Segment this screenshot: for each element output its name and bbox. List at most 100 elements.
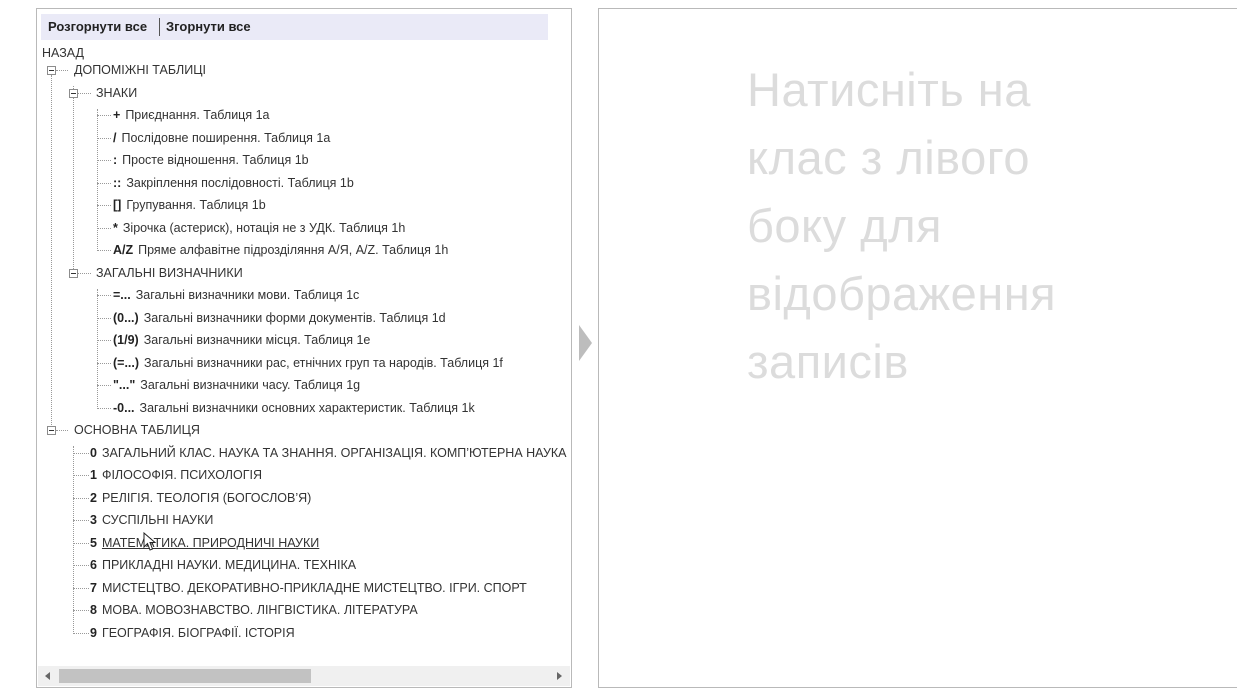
- tree-item[interactable]: =... Загальні визначники мови. Таблиця 1c: [113, 285, 359, 305]
- tree-item[interactable]: (0...) Загальні визначники форми документ…: [113, 308, 446, 328]
- tree-line: [97, 138, 111, 139]
- tree-item[interactable]: -0... Загальні визначники основних характ…: [113, 398, 475, 418]
- tree-item[interactable]: (1/9) Загальні визначники місця. Таблиця …: [113, 330, 370, 350]
- tree-line: [97, 109, 98, 251]
- class-code: 0: [90, 446, 97, 460]
- class-title: ФІЛОСОФІЯ. ПСИХОЛОГІЯ: [101, 468, 262, 482]
- scroll-right-arrow-icon[interactable]: [557, 672, 562, 680]
- tree-line: [73, 498, 89, 499]
- class-title: Просте відношення. Таблиця 1b: [122, 153, 309, 167]
- class-code: 9: [90, 626, 97, 640]
- tree-item[interactable]: * Зірочка (астериск), нотація не з УДК. Т…: [113, 218, 405, 238]
- class-title: Загальні визначники часу. Таблиця 1g: [140, 378, 361, 392]
- class-title: Групування. Таблиця 1b: [126, 198, 266, 212]
- class-code: +: [113, 108, 121, 122]
- collapse-all-button[interactable]: Згорнути все: [166, 19, 251, 34]
- class-code: 6: [90, 558, 97, 572]
- toolbar-divider: [159, 18, 160, 36]
- tree-line: [56, 70, 68, 71]
- expand-all-button[interactable]: Розгорнути все: [48, 19, 147, 34]
- records-placeholder-text: Натисніть на клас з лівого боку для відо…: [747, 63, 1057, 388]
- tree-item[interactable]: [] Групування. Таблиця 1b: [113, 195, 266, 215]
- tree-item[interactable]: 2 РЕЛІГІЯ. ТЕОЛОГІЯ (БОГОСЛОВ’Я): [90, 488, 311, 508]
- tree-line: [73, 565, 89, 566]
- class-title: ПРИКЛАДНІ НАУКИ. МЕДИЦИНА. ТЕХНІКА: [101, 558, 357, 572]
- class-code: ::: [113, 176, 122, 190]
- class-code: -0...: [113, 401, 135, 415]
- tree-item[interactable]: 8 МОВА. МОВОЗНАВСТВО. ЛІНГВІСТИКА. ЛІТЕРА…: [90, 600, 418, 620]
- class-title: Зірочка (астериск), нотація не з УДК. Та…: [122, 221, 406, 235]
- class-code: []: [113, 198, 122, 212]
- class-title: МОВА. МОВОЗНАВСТВО. ЛІНГВІСТИКА. ЛІТЕРАТ…: [101, 603, 418, 617]
- tree-item[interactable]: 9 ГЕОГРАФІЯ. БІОГРАФІЇ. ІСТОРІЯ: [90, 623, 295, 643]
- collapse-toggle-aux-tables[interactable]: [47, 66, 56, 75]
- tree-line: [97, 363, 111, 364]
- tree-line: [73, 588, 89, 589]
- tree-line: [97, 228, 111, 229]
- class-title: Закріплення послідовності. Таблиця 1b: [126, 176, 354, 190]
- tree-node-signs[interactable]: ЗНАКИ: [96, 83, 137, 103]
- collapse-toggle-signs[interactable]: [69, 89, 78, 98]
- class-title: ЗАГАЛЬНИЙ КЛАС. НАУКА ТА ЗНАННЯ. ОРГАНІЗ…: [101, 446, 567, 460]
- tree-line: [51, 75, 52, 435]
- splitter-arrow-icon[interactable]: [579, 325, 592, 361]
- tree-line: [97, 385, 111, 386]
- tree-node-label: ОСНОВНА ТАБЛИЦЯ: [74, 423, 200, 437]
- class-code: 8: [90, 603, 97, 617]
- tree-item[interactable]: 6 ПРИКЛАДНІ НАУКИ. МЕДИЦИНА. ТЕХНІКА: [90, 555, 356, 575]
- scrollbar-thumb[interactable]: [59, 669, 311, 683]
- tree-item[interactable]: :: Закріплення послідовності. Таблиця 1b: [113, 173, 354, 193]
- tree-item[interactable]: + Приєднання. Таблиця 1a: [113, 105, 269, 125]
- class-code: :: [113, 153, 118, 167]
- tree-node-general[interactable]: ЗАГАЛЬНІ ВИЗНАЧНИКИ: [96, 263, 243, 283]
- class-title: МАТЕМАТИКА. ПРИРОДНИЧІ НАУКИ: [101, 536, 320, 550]
- tree-line: [78, 93, 91, 94]
- tree-line: [73, 633, 89, 634]
- class-title: ГЕОГРАФІЯ. БІОГРАФІЇ. ІСТОРІЯ: [101, 626, 295, 640]
- tree-line: [73, 543, 89, 544]
- class-code: (0...): [113, 311, 139, 325]
- collapse-toggle-main-table[interactable]: [47, 426, 56, 435]
- tree-item-hovered[interactable]: 5 МАТЕМАТИКА. ПРИРОДНИЧІ НАУКИ: [90, 533, 319, 553]
- tree-item[interactable]: "..." Загальні визначники часу. Таблиця 1…: [113, 375, 360, 395]
- tree-item[interactable]: A/Z Пряме алфавітне підрозділяння А/Я, A/…: [113, 240, 448, 260]
- tree-item[interactable]: 7 МИСТЕЦТВО. ДЕКОРАТИВНО-ПРИКЛАДНЕ МИСТЕЦ…: [90, 578, 527, 598]
- tree-line: [73, 453, 89, 454]
- tree-node-aux-tables[interactable]: ДОПОМІЖНІ ТАБЛИЦІ: [74, 60, 206, 80]
- class-title: Загальні визначники мови. Таблиця 1c: [135, 288, 360, 302]
- class-code: =...: [113, 288, 131, 302]
- tree-line: [97, 408, 111, 409]
- tree-item[interactable]: (=...) Загальні визначники рас, етнічних …: [113, 353, 503, 373]
- tree-line: [97, 205, 111, 206]
- class-title: СУСПІЛЬНІ НАУКИ: [101, 513, 214, 527]
- tree-item[interactable]: : Просте відношення. Таблиця 1b: [113, 150, 309, 170]
- scroll-left-arrow-icon[interactable]: [45, 672, 50, 680]
- class-code: (=...): [113, 356, 140, 370]
- tree-line: [73, 610, 89, 611]
- class-title: Загальні визначники рас, етнічних груп т…: [144, 356, 503, 370]
- class-code: A/Z: [113, 243, 134, 257]
- tree-item[interactable]: 0 ЗАГАЛЬНИЙ КЛАС. НАУКА ТА ЗНАННЯ. ОРГАНІ…: [90, 443, 567, 463]
- mouse-cursor-icon: [143, 532, 157, 551]
- classification-tree: НАЗАД ДОПОМІЖНІ ТАБЛИЦІ ЗНАКИ + Приєднанн…: [37, 9, 571, 665]
- class-code: *: [113, 221, 118, 235]
- tree-line: [97, 295, 111, 296]
- tree-line: [97, 115, 111, 116]
- class-title: Загальні визначники місця. Таблиця 1e: [143, 333, 371, 347]
- tree-line: [97, 183, 111, 184]
- tree-line: [97, 160, 111, 161]
- class-code: 3: [90, 513, 97, 527]
- class-code: /: [113, 131, 117, 145]
- tree-node-label: ЗНАКИ: [96, 86, 138, 100]
- tree-node-main-table[interactable]: ОСНОВНА ТАБЛИЦЯ: [74, 420, 200, 440]
- tree-node-label: ЗАГАЛЬНІ ВИЗНАЧНИКИ: [96, 266, 243, 280]
- class-code: 5: [90, 536, 97, 550]
- collapse-toggle-general[interactable]: [69, 269, 78, 278]
- tree-item[interactable]: 1 ФІЛОСОФІЯ. ПСИХОЛОГІЯ: [90, 465, 262, 485]
- tree-line: [56, 430, 68, 431]
- tree-line: [97, 289, 98, 409]
- tree-item[interactable]: 3 СУСПІЛЬНІ НАУКИ: [90, 510, 213, 530]
- tree-item[interactable]: / Послідовне поширення. Таблиця 1a: [113, 128, 330, 148]
- horizontal-scrollbar[interactable]: [38, 666, 570, 686]
- tree-line: [97, 318, 111, 319]
